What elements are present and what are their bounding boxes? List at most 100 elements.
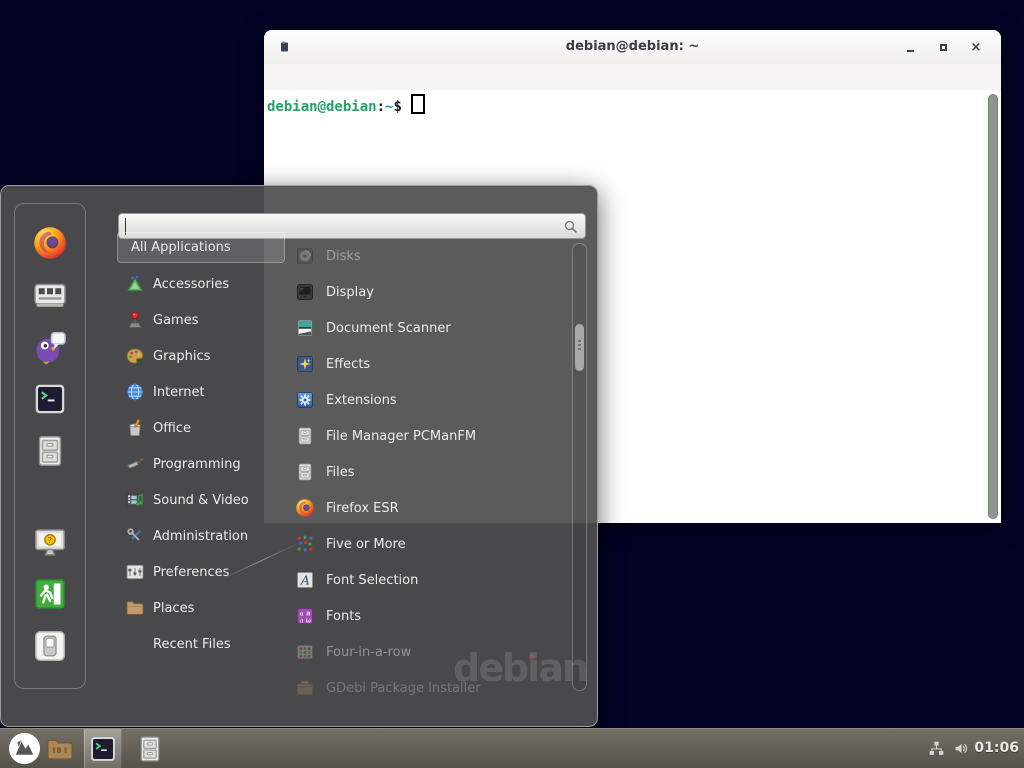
favorite-terminal[interactable]: [31, 380, 69, 418]
app-effects[interactable]: Effects: [284, 346, 570, 382]
taskbar-files[interactable]: [132, 729, 168, 768]
fonts-icon: aaaω: [295, 606, 315, 626]
accessories-icon: [125, 274, 145, 294]
terminal-menubar: [264, 64, 1001, 91]
app-extensions[interactable]: Extensions: [284, 382, 570, 418]
app-file-manager-pcmanfm[interactable]: File Manager PCManFM: [284, 418, 570, 454]
taskbar-items: [6, 729, 168, 768]
app-four-in-a-row[interactable]: Four-in-a-row: [284, 634, 570, 670]
category-recent-files[interactable]: Recent Files: [117, 626, 285, 662]
terminal-cursor: [411, 94, 425, 114]
sound-video-icon: [125, 490, 145, 510]
taskbar-file-manager[interactable]: [42, 729, 78, 768]
favorite-shutdown[interactable]: [31, 627, 69, 665]
panel-folder-icon: [45, 734, 75, 764]
graphics-icon: [125, 346, 145, 366]
internet-icon: [125, 382, 145, 402]
extensions-icon: [295, 390, 315, 410]
category-sound-video[interactable]: Sound & Video: [117, 482, 285, 518]
favorite-pidgin[interactable]: [31, 328, 69, 366]
category-programming[interactable]: Programming: [117, 446, 285, 482]
programming-icon: [125, 454, 145, 474]
svg-text:a: a: [300, 617, 304, 625]
shutdown-icon: [32, 628, 68, 664]
category-all-applications[interactable]: All Applications: [117, 232, 285, 263]
app-font-selection[interactable]: AFont Selection: [284, 562, 570, 598]
terminal-scrollbar-thumb[interactable]: [988, 94, 998, 519]
five-or-more-icon: [295, 534, 315, 554]
category-internet[interactable]: Internet: [117, 374, 285, 410]
prompt-symbol: $: [393, 99, 401, 115]
terminal-prompt: debian@debian:~$: [267, 94, 425, 115]
maximize-button[interactable]: [930, 30, 956, 64]
prompt-user-host: debian@debian: [267, 99, 377, 115]
maximize-icon: [940, 44, 947, 51]
cabinet-icon: [295, 426, 315, 446]
clock[interactable]: 01:06: [974, 729, 1019, 768]
places-icon: [125, 598, 145, 618]
app-firefox-esr[interactable]: Firefox ESR: [284, 490, 570, 526]
menu-scrollbar[interactable]: [572, 243, 587, 691]
category-places[interactable]: Places: [117, 590, 285, 626]
taskbar: 01:06: [0, 728, 1024, 768]
games-icon: [125, 310, 145, 330]
effects-icon: [295, 354, 315, 374]
system-tray: [928, 729, 970, 768]
display-icon: [295, 282, 315, 302]
cabinet-icon: [295, 462, 315, 482]
app-fonts[interactable]: aaaωFonts: [284, 598, 570, 634]
logout-icon: [32, 576, 68, 612]
svg-text:?: ?: [48, 535, 52, 545]
search-icon: [563, 219, 579, 235]
terminal-dark-icon: [32, 381, 68, 417]
favorite-main-menu[interactable]: [31, 276, 69, 314]
app-five-or-more[interactable]: Five or More: [284, 526, 570, 562]
svg-text:ω: ω: [306, 617, 312, 625]
svg-text:A: A: [300, 573, 310, 588]
app-gdebi-package-installer[interactable]: GDebi Package Installer: [284, 670, 570, 706]
administration-icon: [125, 526, 145, 546]
firefox-icon: [32, 225, 68, 261]
terminal-scrollbar[interactable]: [987, 92, 999, 521]
panel-menu-icon: [8, 732, 41, 765]
category-administration[interactable]: Administration: [117, 518, 285, 554]
network-icon[interactable]: [928, 740, 945, 757]
application-menu: debian ? All ApplicationsAccessoriesGame…: [0, 185, 598, 727]
minimize-icon: [907, 50, 914, 52]
terminal-title: debian@debian: ~: [264, 30, 1001, 64]
taskbar-menu-button[interactable]: [6, 729, 42, 768]
favorite-logout[interactable]: [31, 575, 69, 613]
category-graphics[interactable]: Graphics: [117, 338, 285, 374]
category-accessories[interactable]: Accessories: [117, 266, 285, 302]
close-button[interactable]: ×: [963, 30, 989, 64]
app-display[interactable]: Display: [284, 274, 570, 310]
application-list: DisksDisplayDocument ScannerEffectsExten…: [284, 238, 570, 726]
taskbar-terminal[interactable]: [84, 729, 122, 768]
category-office[interactable]: Office: [117, 410, 285, 446]
prompt-separator: :: [377, 99, 385, 115]
document-scanner-icon: [295, 318, 315, 338]
category-games[interactable]: Games: [117, 302, 285, 338]
app-disks[interactable]: Disks: [284, 238, 570, 274]
font-selection-icon: A: [295, 570, 315, 590]
terminal-titlebar[interactable]: debian@debian: ~ ×: [264, 30, 1001, 65]
pidgin-icon: [32, 329, 68, 365]
terminal-dark-icon: [88, 734, 118, 764]
screensaver-icon: ?: [32, 524, 68, 560]
cabinet-icon: [135, 734, 165, 764]
gdebi-icon: [295, 678, 315, 698]
favorites-panel: ?: [14, 203, 86, 689]
volume-icon[interactable]: [953, 740, 970, 757]
four-in-a-row-icon: [295, 642, 315, 662]
cabinet-icon: [32, 433, 68, 469]
menu-scrollbar-thumb[interactable]: [575, 324, 584, 371]
app-document-scanner[interactable]: Document Scanner: [284, 310, 570, 346]
disks-icon: [295, 246, 315, 266]
minimize-button[interactable]: [897, 30, 923, 64]
favorite-screensaver[interactable]: ?: [31, 523, 69, 561]
menu-editor-icon: [32, 277, 68, 313]
preferences-icon: [125, 562, 145, 582]
favorite-file-manager[interactable]: [31, 432, 69, 470]
app-files[interactable]: Files: [284, 454, 570, 490]
favorite-firefox[interactable]: [31, 224, 69, 262]
